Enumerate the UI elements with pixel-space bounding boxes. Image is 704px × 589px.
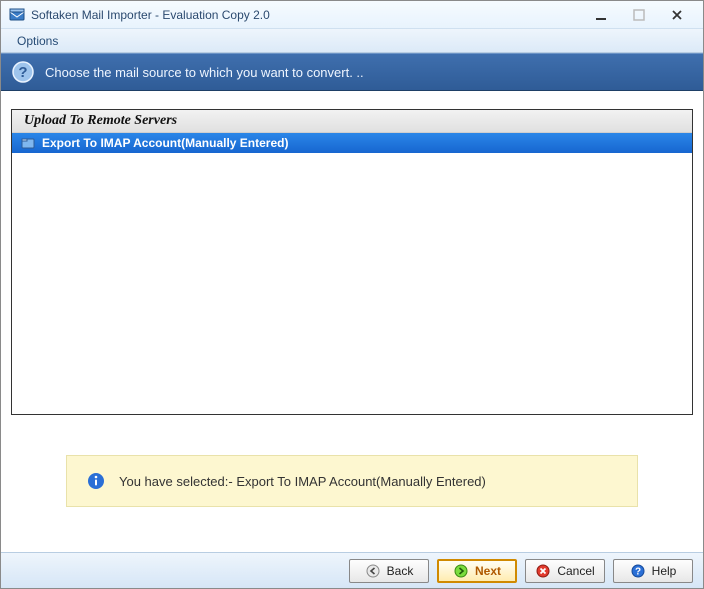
- app-icon: [9, 7, 25, 23]
- arrow-left-icon: [365, 563, 381, 579]
- help-circle-icon: ?: [11, 60, 35, 84]
- cancel-button[interactable]: Cancel: [525, 559, 605, 583]
- help-button[interactable]: ? Help: [613, 559, 693, 583]
- instruction-text: Choose the mail source to which you want…: [45, 65, 364, 80]
- minimize-button[interactable]: [589, 5, 613, 25]
- help-icon: ?: [630, 563, 646, 579]
- source-list: Export To IMAP Account(Manually Entered): [12, 133, 692, 414]
- info-icon: [87, 472, 105, 490]
- help-label: Help: [652, 564, 677, 578]
- group-header: Upload To Remote Servers: [12, 110, 692, 133]
- svg-text:?: ?: [18, 64, 27, 81]
- menu-options[interactable]: Options: [9, 31, 66, 51]
- window-controls: [589, 5, 699, 25]
- list-item[interactable]: Export To IMAP Account(Manually Entered): [12, 133, 692, 153]
- back-button[interactable]: Back: [349, 559, 429, 583]
- app-window: Softaken Mail Importer - Evaluation Copy…: [0, 0, 704, 589]
- status-box: You have selected:- Export To IMAP Accou…: [66, 455, 638, 507]
- svg-text:?: ?: [635, 566, 641, 577]
- instruction-banner: ? Choose the mail source to which you wa…: [1, 53, 703, 91]
- title-bar: Softaken Mail Importer - Evaluation Copy…: [1, 1, 703, 29]
- next-label: Next: [475, 564, 501, 578]
- source-list-panel: Upload To Remote Servers Export To IMAP …: [11, 109, 693, 415]
- list-item-label: Export To IMAP Account(Manually Entered): [42, 136, 288, 150]
- next-button[interactable]: Next: [437, 559, 517, 583]
- window-title: Softaken Mail Importer - Evaluation Copy…: [31, 8, 589, 22]
- cancel-icon: [535, 563, 551, 579]
- folder-icon: [20, 135, 36, 151]
- close-button[interactable]: [665, 5, 689, 25]
- main-content: Upload To Remote Servers Export To IMAP …: [1, 91, 703, 552]
- status-text: You have selected:- Export To IMAP Accou…: [119, 474, 486, 489]
- menu-bar: Options: [1, 29, 703, 53]
- footer-bar: Back Next Cancel: [1, 552, 703, 588]
- back-label: Back: [387, 564, 414, 578]
- maximize-button[interactable]: [627, 5, 651, 25]
- arrow-right-icon: [453, 563, 469, 579]
- cancel-label: Cancel: [557, 564, 594, 578]
